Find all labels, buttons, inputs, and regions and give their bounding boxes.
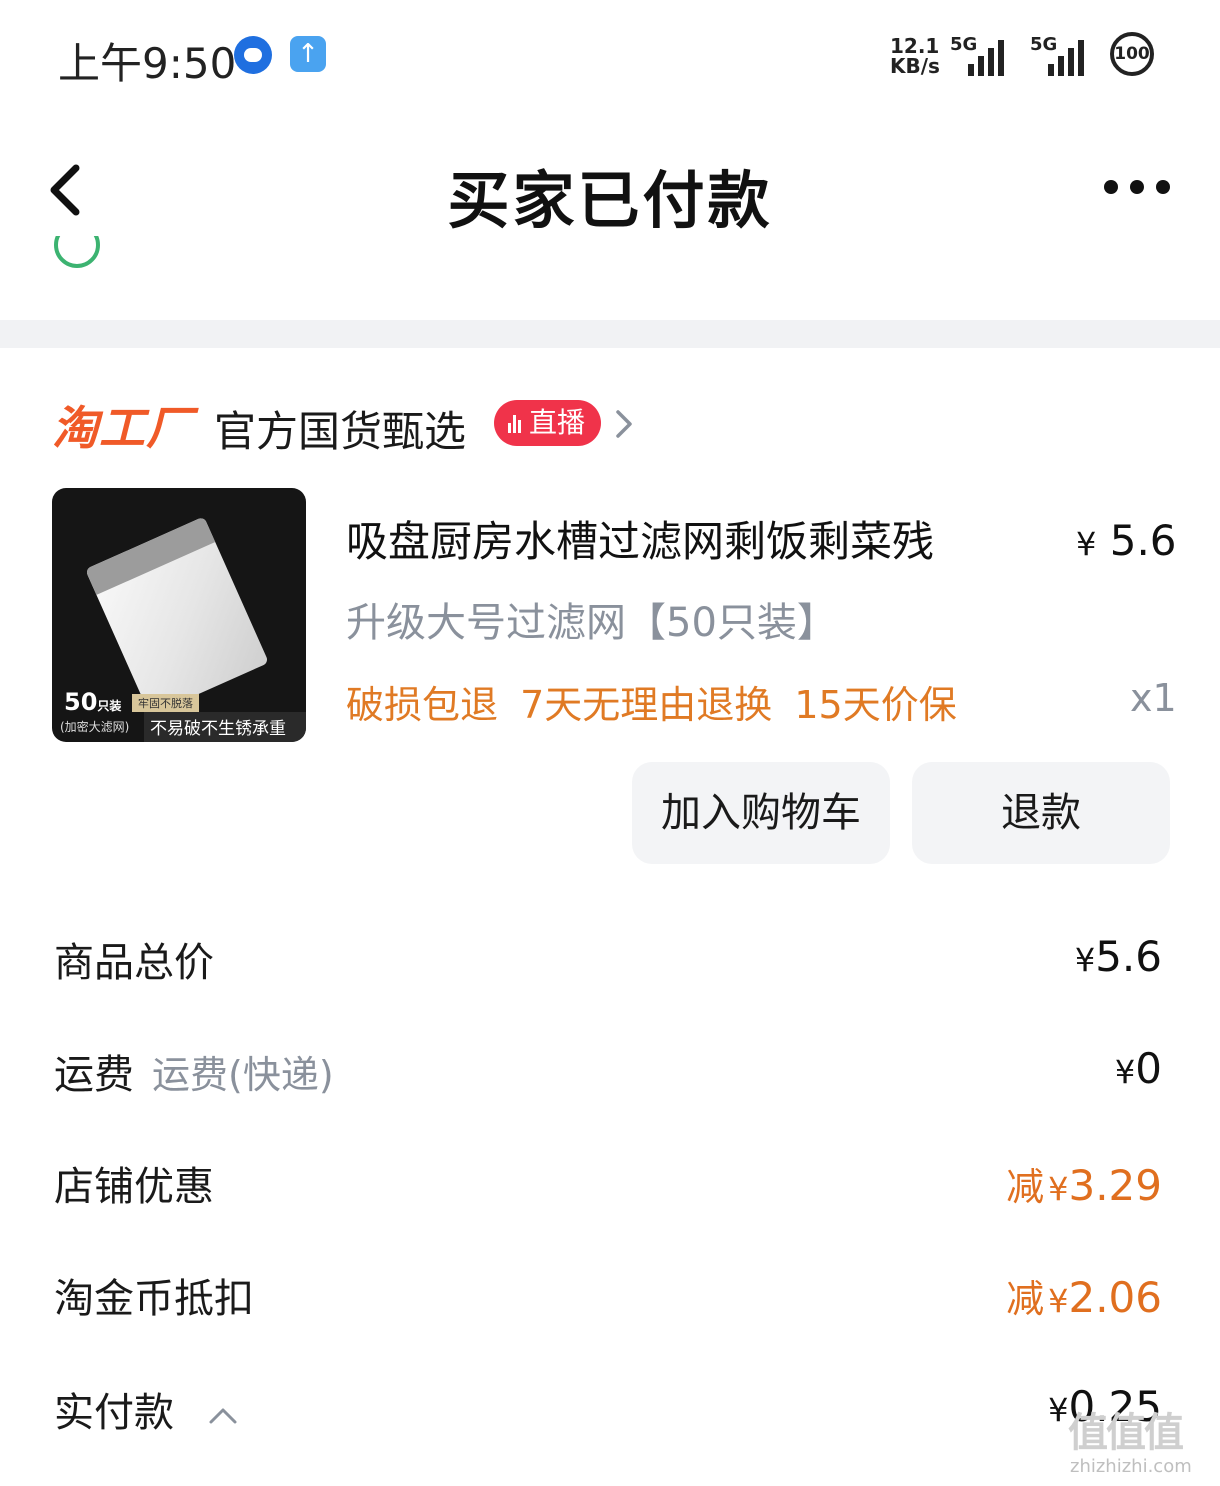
image-count: 50只装 (64, 688, 121, 716)
image-sub: (加密大滤网) (60, 720, 130, 734)
product-services: 破损包退 7天无理由退换 15天价保 (346, 683, 957, 727)
shipping-row: 运费 运费(快递) (54, 1042, 334, 1100)
refund-button[interactable]: 退款 (912, 762, 1170, 864)
signal-5g-icon-2: 5G (1030, 34, 1100, 76)
upload-icon: ↑ (290, 36, 326, 72)
network-speed: 12.1 KB/s (890, 36, 940, 76)
product-price: ¥ 5.6 (1076, 516, 1177, 565)
currency-symbol: ¥ (1074, 941, 1096, 979)
currency-symbol: ¥ (1048, 1391, 1069, 1429)
product-image[interactable]: 50只装 (加密大滤网) 牢固不脱落 不易破不生锈承重强 (52, 488, 306, 742)
shop-discount-amount: 3.29 (1068, 1161, 1162, 1210)
shop-discount-label: 店铺优惠 (54, 1164, 214, 1210)
paid-row[interactable]: 实付款 (54, 1380, 239, 1438)
shipping-sub: 运费(快递) (152, 1053, 334, 1097)
shipping-amount: 0 (1135, 1044, 1162, 1093)
image-slogan: 不易破不生锈承重强 (144, 712, 306, 742)
chevron-up-icon[interactable] (207, 1406, 239, 1426)
shipping-value: ¥0 (1115, 1044, 1162, 1093)
live-badge-label: 直播 (529, 406, 586, 439)
page-title: 买家已付款 (447, 164, 773, 237)
currency-symbol: ¥ (1076, 525, 1097, 563)
product-price-value: 5.6 (1109, 516, 1177, 565)
paid-label: 实付款 (54, 1390, 174, 1436)
coin-deduction-value: 减 ¥2.06 (1006, 1268, 1162, 1323)
check-circle-icon (54, 236, 100, 268)
discount-prefix: 减 (1006, 1165, 1045, 1209)
total-amount: 5.6 (1095, 932, 1162, 981)
image-count-unit: 只装 (97, 699, 122, 713)
app-notification-icon (234, 36, 272, 74)
cut-off-notice (50, 236, 1070, 276)
shop-discount-value: 减 ¥3.29 (1006, 1156, 1162, 1211)
total-label: 商品总价 (54, 940, 214, 986)
total-value: ¥5.6 (1075, 932, 1162, 981)
shipping-label: 运费 (54, 1052, 134, 1098)
chevron-right-icon[interactable] (610, 404, 638, 444)
shop-logo[interactable]: 淘工厂 (52, 392, 193, 458)
discount-prefix: 减 (1006, 1277, 1045, 1321)
currency-symbol: ¥ (1048, 1282, 1069, 1320)
product-spec: 升级大号过滤网【50只装】 (346, 600, 837, 646)
image-tag: 牢固不脱落 (132, 694, 199, 712)
watermark-url: zhizhizhi.com (1070, 1456, 1192, 1477)
add-to-cart-button[interactable]: 加入购物车 (632, 762, 890, 864)
coin-deduction-label: 淘金币抵扣 (54, 1276, 254, 1322)
section-divider (0, 320, 1220, 348)
currency-symbol: ¥ (1048, 1170, 1069, 1208)
currency-symbol: ¥ (1114, 1053, 1136, 1091)
product-quantity: x1 (1130, 676, 1177, 720)
signal-5g-icon: 5G (950, 34, 1020, 76)
watermark-logo: 值值值 (1068, 1410, 1184, 1456)
status-time: 上午9:50 (58, 39, 237, 88)
more-dots-icon[interactable] (1104, 180, 1174, 200)
image-count-number: 50 (64, 688, 98, 716)
network-speed-unit: KB/s (890, 54, 940, 78)
live-bars-icon (508, 413, 521, 433)
coin-deduction-amount: 2.06 (1068, 1273, 1162, 1322)
product-title[interactable]: 吸盘厨房水槽过滤网剩饭剩菜残 (346, 508, 934, 569)
shop-name[interactable]: 官方国货甄选 (214, 398, 466, 459)
live-badge[interactable]: 直播 (494, 400, 602, 446)
network-speed-value: 12.1 (890, 34, 940, 58)
product-bag-graphic (85, 516, 269, 716)
battery-icon: 100 (1110, 32, 1154, 76)
